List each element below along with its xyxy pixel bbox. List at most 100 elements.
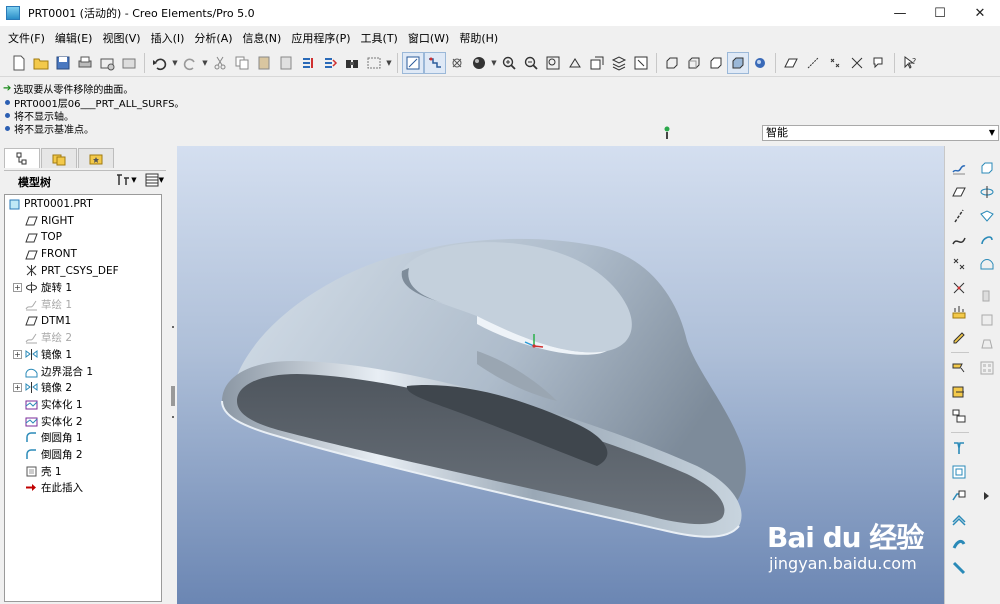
shaded-icon[interactable] [727, 51, 749, 74]
tree-item[interactable]: TOP [13, 229, 62, 245]
reorient-icon[interactable] [564, 52, 586, 74]
tree-item[interactable]: 实体化 2 [13, 413, 83, 429]
csys-tool-icon[interactable] [949, 278, 969, 298]
paste-feature-icon[interactable] [949, 382, 969, 402]
sketch-tool-icon[interactable] [949, 158, 969, 178]
datum-axis-tool-icon[interactable] [949, 206, 969, 226]
graphics-viewport[interactable]: Bai du 经验 jingyan.baidu.com [177, 146, 944, 604]
merge-icon[interactable] [949, 438, 969, 458]
status-light-icon[interactable] [662, 125, 672, 141]
panel-splitter[interactable] [170, 146, 176, 604]
pattern-icon[interactable] [977, 358, 997, 378]
datum-plane-tool-icon[interactable] [949, 182, 969, 202]
undo-icon[interactable] [149, 52, 171, 74]
tab-folder-browser[interactable] [41, 148, 77, 168]
revolve-tool-icon[interactable] [977, 182, 997, 202]
copy-icon[interactable] [231, 52, 253, 74]
hidden-line-icon[interactable] [683, 52, 705, 74]
open-folder-icon[interactable] [30, 52, 52, 74]
datum-axes-toggle-icon[interactable] [424, 51, 446, 74]
menu-view[interactable]: 视图(V) [97, 30, 145, 46]
zoom-out-icon[interactable] [520, 52, 542, 74]
zoom-in-icon[interactable] [498, 52, 520, 74]
draft-icon[interactable] [977, 334, 997, 354]
paste-icon[interactable] [253, 52, 275, 74]
appearance-icon[interactable] [749, 52, 771, 74]
thicken-icon[interactable] [949, 534, 969, 554]
cut-icon[interactable] [209, 52, 231, 74]
tree-item[interactable]: 边界混合 1 [13, 363, 93, 379]
select-dropdown-icon[interactable]: ▼ [385, 59, 393, 67]
shading-sphere-icon[interactable] [468, 52, 490, 74]
analysis-feature-icon[interactable] [949, 302, 969, 322]
send-mail-icon[interactable] [96, 52, 118, 74]
extrude-icon[interactable] [977, 158, 997, 178]
minimize-button[interactable]: — [880, 0, 920, 26]
tree-item[interactable]: 草绘 1 [13, 296, 72, 312]
tree-item[interactable]: 草绘 2 [13, 330, 72, 346]
expand-icon[interactable]: + [13, 383, 22, 393]
print-icon[interactable] [74, 52, 96, 74]
selection-filter-select[interactable]: 智能 ▼ [762, 125, 999, 141]
maximize-button[interactable]: ☐ [920, 0, 960, 26]
saved-views-icon[interactable] [586, 52, 608, 74]
tree-settings-icon[interactable]: ▼ [115, 173, 137, 187]
tree-item[interactable]: PRT0001.PRT [7, 196, 93, 212]
layers-icon[interactable] [608, 52, 630, 74]
plane-display-icon[interactable] [780, 52, 802, 74]
wireframe-icon[interactable] [661, 52, 683, 74]
tree-item[interactable]: DTM1 [13, 313, 71, 329]
expand-icon[interactable]: + [13, 283, 22, 292]
menu-window[interactable]: 窗口(W) [403, 30, 454, 46]
csys-display-icon[interactable] [846, 52, 868, 74]
tree-item[interactable]: + 镜像 2 [13, 380, 72, 396]
boundary-blend-tool-icon[interactable] [977, 254, 997, 274]
tree-item[interactable]: 壳 1 [13, 463, 62, 479]
extend-icon[interactable] [949, 486, 969, 506]
regen-manager-icon[interactable] [319, 52, 341, 74]
menu-help[interactable]: 帮助(H) [454, 30, 503, 46]
splitter-handle[interactable] [171, 386, 175, 406]
undo-dropdown-icon[interactable]: ▼ [171, 59, 179, 67]
tab-model-tree[interactable] [4, 148, 40, 168]
paste-special-icon[interactable] [275, 52, 297, 74]
tree-item[interactable]: + 镜像 1 [13, 346, 72, 362]
menu-file[interactable]: 文件(F) [3, 30, 50, 46]
menu-edit[interactable]: 编辑(E) [50, 30, 98, 46]
offset-icon[interactable] [949, 510, 969, 530]
save-icon[interactable] [52, 52, 74, 74]
expand-icon[interactable]: + [13, 349, 22, 359]
redo-icon[interactable] [179, 52, 201, 74]
new-file-icon[interactable] [8, 52, 30, 74]
display-style-dropdown-icon[interactable]: ▼ [490, 59, 498, 67]
datum-points-toggle-icon[interactable] [446, 52, 468, 74]
redo-dropdown-icon[interactable]: ▼ [201, 59, 209, 67]
menu-info[interactable]: 信息(N) [238, 30, 287, 46]
tree-item[interactable]: 实体化 1 [13, 396, 83, 412]
copy-feature-icon[interactable] [949, 358, 969, 378]
regenerate-icon[interactable] [297, 52, 319, 74]
round-tool-icon[interactable] [977, 310, 997, 330]
sketch-pencil-icon[interactable] [949, 326, 969, 346]
menu-analysis[interactable]: 分析(A) [189, 30, 237, 46]
tree-item[interactable]: RIGHT [13, 213, 74, 229]
solidify-tool-icon[interactable] [949, 558, 969, 578]
annotation-display-icon[interactable] [868, 52, 890, 74]
tab-favorites[interactable] [78, 148, 114, 168]
tree-item[interactable]: FRONT [13, 246, 77, 262]
refit-icon[interactable] [542, 52, 564, 74]
select-box-icon[interactable] [363, 52, 385, 74]
axis-display-icon[interactable] [802, 52, 824, 74]
point-display-icon[interactable] [824, 52, 846, 74]
menu-applications[interactable]: 应用程序(P) [286, 30, 355, 46]
datum-curve-tool-icon[interactable] [949, 230, 969, 250]
context-help-icon[interactable]: ? [899, 52, 921, 74]
find-icon[interactable] [341, 52, 363, 74]
mail-link-icon[interactable] [118, 52, 140, 74]
sweep-icon[interactable] [977, 206, 997, 226]
menu-insert[interactable]: 插入(I) [146, 30, 190, 46]
tree-item[interactable]: PRT_CSYS_DEF [13, 263, 119, 279]
more-tools-arrow-icon[interactable] [977, 486, 997, 506]
trim-icon[interactable] [949, 462, 969, 482]
datum-point-tool-icon[interactable] [949, 254, 969, 274]
